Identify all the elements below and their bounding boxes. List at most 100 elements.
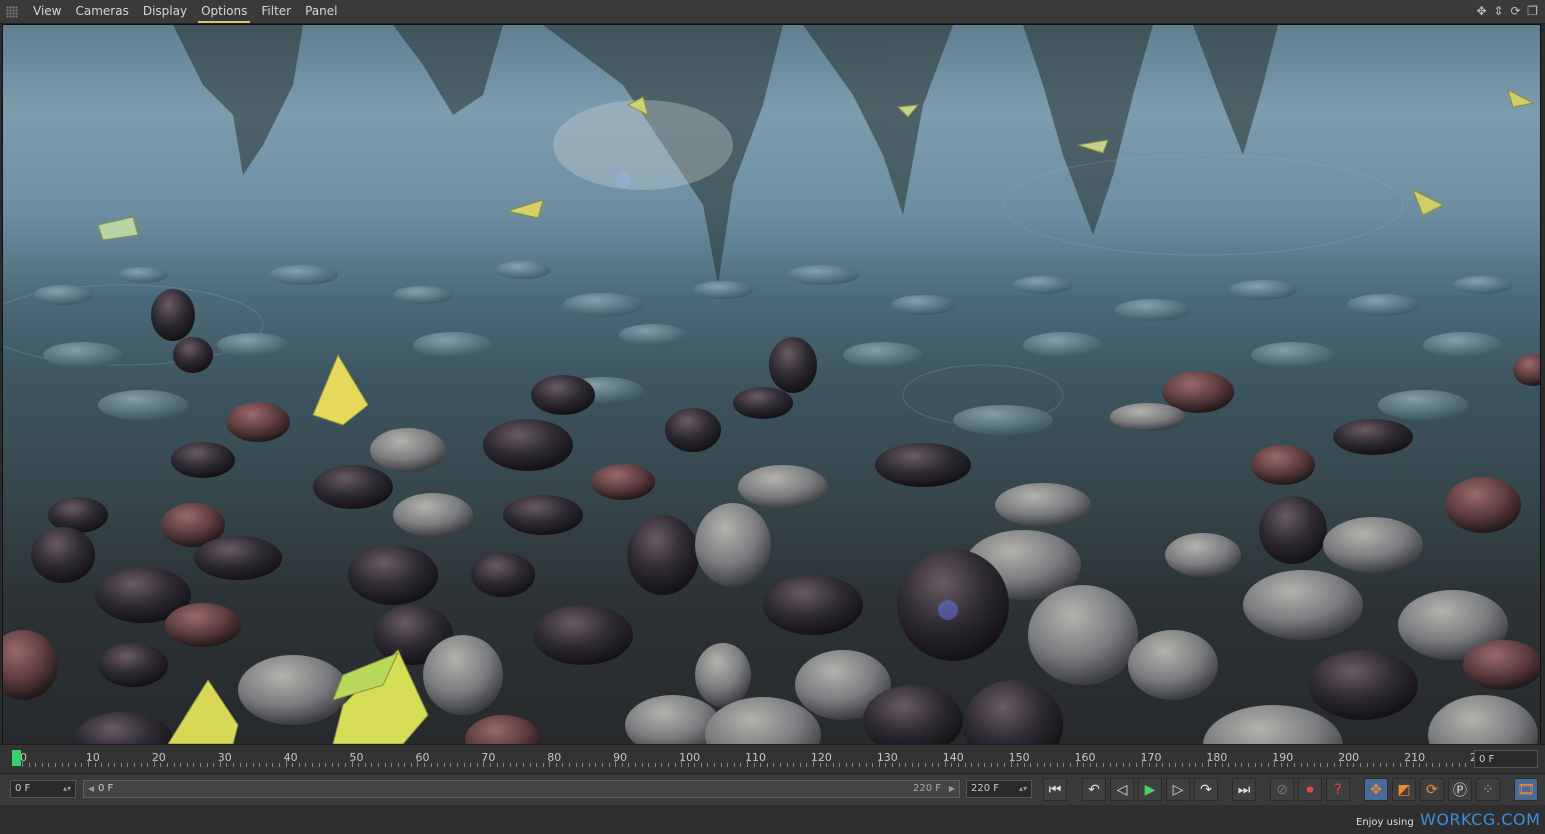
ruler-tick	[259, 763, 261, 767]
ruler-tick	[1182, 763, 1183, 767]
render-viewport[interactable]	[2, 24, 1541, 745]
record-button[interactable]: ⏺	[1298, 778, 1322, 801]
next-frame-button[interactable]: ▷	[1166, 778, 1190, 801]
ruler-tick	[786, 763, 788, 767]
menu-options[interactable]: Options	[194, 0, 254, 23]
film-strip-button[interactable]: 🎞	[1514, 778, 1538, 801]
ruler-tick	[1063, 763, 1065, 767]
prev-frame-button[interactable]: ◁	[1110, 778, 1134, 801]
ruler-tick	[305, 763, 307, 767]
ruler-tick	[555, 763, 557, 767]
ruler-tick	[1465, 763, 1467, 767]
ruler-tick	[826, 763, 828, 767]
ruler-tick	[134, 763, 136, 767]
ruler-tick	[1458, 763, 1460, 767]
key-lock-button[interactable]: ⊘	[1270, 778, 1294, 801]
move-view-icon[interactable]: ✥	[1475, 3, 1488, 19]
rotation-key-button[interactable]: ⟳	[1420, 778, 1444, 801]
ruler-tick	[1234, 763, 1236, 767]
ruler-tick	[87, 759, 89, 767]
frame-ruler[interactable]: 0 10 20 30 40 50 60 70 80 90 100 110 120 130 140 150 160…	[12, 745, 1491, 771]
ruler-tick	[1241, 763, 1243, 767]
menu-view[interactable]: View	[26, 0, 68, 23]
menu-cameras[interactable]: Cameras	[68, 0, 135, 23]
ruler-tick	[957, 763, 959, 767]
ruler-tick	[81, 763, 83, 767]
panel-grip-icon[interactable]	[6, 5, 18, 18]
ruler-tick	[226, 763, 228, 767]
ruler-tick	[964, 763, 966, 767]
ruler-tick	[272, 763, 274, 767]
ruler-tick	[766, 763, 768, 767]
position-key-button[interactable]: ✥	[1364, 778, 1388, 801]
ruler-tick	[358, 763, 360, 767]
ruler-tick	[1004, 763, 1006, 767]
viewport-nav-icons: ✥ ⇕ ⟳ ❐	[1475, 3, 1539, 19]
stepper-arrows-icon[interactable]: ▴▾	[63, 781, 71, 797]
preview-end-field[interactable]: 220 F ▴▾	[966, 780, 1032, 798]
ruler-tick	[384, 763, 386, 767]
ruler-tick	[931, 763, 933, 767]
ruler-tick	[180, 763, 182, 767]
ruler-tick	[1419, 763, 1421, 767]
ruler-tick	[516, 763, 518, 767]
ruler-tick	[173, 763, 175, 767]
ruler-tick	[1096, 763, 1098, 767]
stepper-arrows-icon[interactable]: ▴▾	[1019, 781, 1027, 797]
ruler-tick	[463, 763, 465, 767]
next-key-button[interactable]: ↷	[1194, 778, 1218, 801]
ruler-tick	[391, 763, 393, 767]
rotate-view-icon[interactable]: ⟳	[1509, 3, 1522, 19]
ruler-tick	[608, 763, 610, 767]
ruler-tick	[924, 763, 926, 767]
go-to-end-button[interactable]: ⏭	[1232, 778, 1256, 801]
menu-display[interactable]: Display	[136, 0, 194, 23]
maximize-view-icon[interactable]: ❐	[1526, 3, 1539, 19]
scale-key-button[interactable]: ◩	[1392, 778, 1416, 801]
ruler-tick	[536, 763, 538, 767]
ruler-tick	[1439, 763, 1441, 767]
ruler-tick	[318, 763, 320, 767]
prev-key-button[interactable]: ↶	[1082, 778, 1106, 801]
ruler-tick	[397, 763, 399, 767]
ruler-tick	[951, 763, 953, 767]
ruler-tick	[239, 763, 241, 767]
ruler-tick	[852, 763, 854, 767]
timeline-playhead[interactable]	[12, 750, 21, 766]
ruler-tick	[1254, 763, 1256, 767]
ruler-tick	[1294, 763, 1296, 767]
ruler-tick	[1327, 763, 1328, 767]
slider-left-arrow-icon[interactable]: ◀	[88, 781, 94, 797]
menu-filter[interactable]: Filter	[254, 0, 298, 23]
go-to-start-button[interactable]: ⏮	[1043, 778, 1067, 801]
ruler-tick	[1346, 763, 1348, 767]
autokey-button[interactable]: ?	[1326, 778, 1350, 801]
ruler-tick	[1287, 763, 1289, 767]
ruler-tick	[74, 763, 76, 767]
ruler-tick	[740, 763, 742, 767]
parameter-key-button[interactable]: Ⓟ	[1448, 778, 1472, 801]
ruler-tick	[1379, 763, 1381, 767]
ruler-tick	[911, 763, 913, 767]
timeline-ruler[interactable]: 0 10 20 30 40 50 60 70 80 90 100 110 120 130 140 150 160…	[0, 744, 1545, 773]
preview-range-slider[interactable]: ◀ 0 F 220 F ▶	[83, 780, 960, 798]
grid-dots-icon: ⁘	[1482, 781, 1494, 798]
pan-view-icon[interactable]: ⇕	[1492, 3, 1505, 19]
slider-right-arrow-icon[interactable]: ▶	[949, 781, 955, 797]
preview-start-field[interactable]: 0 F ▴▾	[10, 780, 76, 798]
point-level-button[interactable]: ⁘	[1476, 778, 1500, 801]
status-bar: Enjoy using WORKCG.COM	[0, 805, 1545, 834]
ruler-tick	[1129, 763, 1131, 767]
preview-start-value: 0 F	[15, 783, 31, 794]
tick-label-120: 120	[810, 751, 832, 764]
film-strip-icon: 🎞	[1517, 781, 1535, 798]
ruler-tick	[1102, 763, 1104, 767]
tick-label-130: 130	[876, 751, 898, 764]
ruler-tick	[1399, 763, 1401, 767]
current-frame-field[interactable]: 0 F	[1474, 750, 1538, 768]
ruler-tick	[641, 763, 643, 767]
play-button[interactable]: ▶	[1138, 778, 1162, 801]
menu-panel[interactable]: Panel	[298, 0, 344, 23]
ruler-tick	[351, 759, 353, 767]
ruler-tick	[977, 763, 979, 767]
